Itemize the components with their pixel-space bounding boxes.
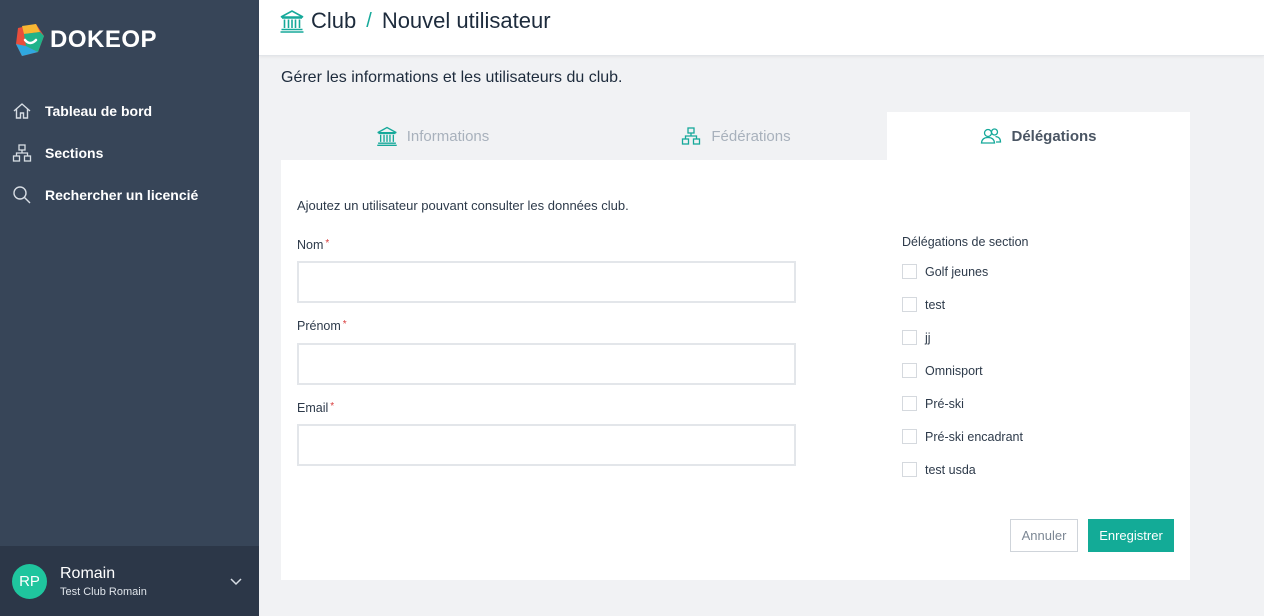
- bank-icon: [376, 125, 398, 147]
- user-menu[interactable]: RP Romain Test Club Romain: [0, 546, 259, 616]
- sitemap-icon: [680, 125, 702, 147]
- prenom-label: Prénom *: [297, 319, 347, 333]
- delegation-checkbox-row[interactable]: Pré-ski encadrant: [902, 429, 1023, 444]
- checkbox-label: test usda: [925, 462, 976, 477]
- delegation-checkbox-row[interactable]: Golf jeunes: [902, 264, 988, 279]
- checkbox[interactable]: [902, 429, 917, 444]
- sidebar-nav: Tableau de bord Sections Rechercher un l…: [0, 90, 259, 216]
- logo[interactable]: DOKEOP: [14, 22, 157, 58]
- checkbox-label: Pré-ski encadrant: [925, 429, 1023, 444]
- bank-icon: [280, 10, 304, 33]
- checkbox[interactable]: [902, 396, 917, 411]
- checkbox[interactable]: [902, 462, 917, 477]
- chevron-down-icon[interactable]: [229, 574, 243, 588]
- required-mark: *: [330, 401, 335, 412]
- required-mark: *: [325, 238, 330, 249]
- prenom-field[interactable]: [297, 343, 796, 385]
- search-icon: [12, 185, 32, 205]
- checkbox-label: Pré-ski: [925, 396, 964, 411]
- checkbox[interactable]: [902, 264, 917, 279]
- email-field[interactable]: [297, 424, 796, 466]
- tab-label: Fédérations: [711, 127, 791, 145]
- breadcrumb: Club / Nouvel utilisateur: [279, 8, 551, 34]
- delegation-checkbox-row[interactable]: Pré-ski: [902, 396, 964, 411]
- cancel-button[interactable]: Annuler: [1010, 519, 1078, 552]
- user-club: Test Club Romain: [60, 585, 147, 598]
- form-intro: Ajoutez un utilisateur pouvant consulter…: [297, 198, 629, 213]
- user-name: Romain: [60, 564, 116, 582]
- breadcrumb-section[interactable]: Club: [311, 8, 356, 34]
- sidebar-item-sections[interactable]: Sections: [0, 132, 259, 174]
- checkbox-label: Golf jeunes: [925, 264, 989, 279]
- tab-label: Délégations: [1011, 127, 1097, 145]
- sidebar-item-label: Tableau de bord: [45, 103, 153, 119]
- checkbox[interactable]: [902, 297, 917, 312]
- delegation-checkbox-row[interactable]: Omnisport: [902, 363, 983, 378]
- delegation-checkbox-row[interactable]: test: [902, 297, 945, 312]
- required-mark: *: [342, 319, 347, 330]
- user-info: Romain Test Club Romain: [60, 565, 147, 598]
- delegation-checkbox-row[interactable]: jj: [902, 330, 931, 345]
- logo-icon: [16, 24, 44, 56]
- breadcrumb-separator: /: [366, 9, 372, 32]
- tab-label: Informations: [406, 127, 490, 145]
- avatar: RP: [12, 563, 47, 599]
- nom-label: Nom *: [297, 238, 330, 252]
- checkbox[interactable]: [902, 330, 917, 345]
- home-icon: [12, 101, 32, 121]
- users-icon: [980, 125, 1002, 147]
- nom-field[interactable]: [297, 261, 796, 303]
- delegation-form-panel: Ajoutez un utilisateur pouvant consulter…: [281, 160, 1190, 580]
- sidebar-item-label: Rechercher un licencié: [45, 187, 199, 203]
- checkbox-label: Omnisport: [925, 363, 983, 378]
- checkbox-label: test: [925, 297, 946, 312]
- sidebar-item-search[interactable]: Rechercher un licencié: [0, 174, 259, 216]
- email-label: Email *: [297, 401, 335, 415]
- sidebar: DOKEOP Tableau de bord Sections Recherch…: [0, 0, 259, 616]
- sitemap-icon: [12, 143, 32, 163]
- tab-delegations[interactable]: Délégations: [887, 112, 1190, 160]
- delegations-title: Délégations de section: [902, 235, 1029, 249]
- page-header: Club / Nouvel utilisateur: [259, 0, 1264, 56]
- sidebar-item-dashboard[interactable]: Tableau de bord: [0, 90, 259, 132]
- tabs: Informations Fédérations Délégations: [281, 112, 1190, 160]
- tab-federations[interactable]: Fédérations: [584, 112, 887, 160]
- logo-text: DOKEOP: [50, 26, 158, 53]
- page-subtitle: Gérer les informations et les utilisateu…: [281, 69, 623, 86]
- save-button[interactable]: Enregistrer: [1088, 519, 1174, 552]
- checkbox[interactable]: [902, 363, 917, 378]
- delegation-checkbox-row[interactable]: test usda: [902, 462, 976, 477]
- tab-informations[interactable]: Informations: [281, 112, 584, 160]
- page-title: Nouvel utilisateur: [381, 8, 551, 33]
- checkbox-label: jj: [925, 330, 931, 345]
- sidebar-item-label: Sections: [45, 145, 104, 161]
